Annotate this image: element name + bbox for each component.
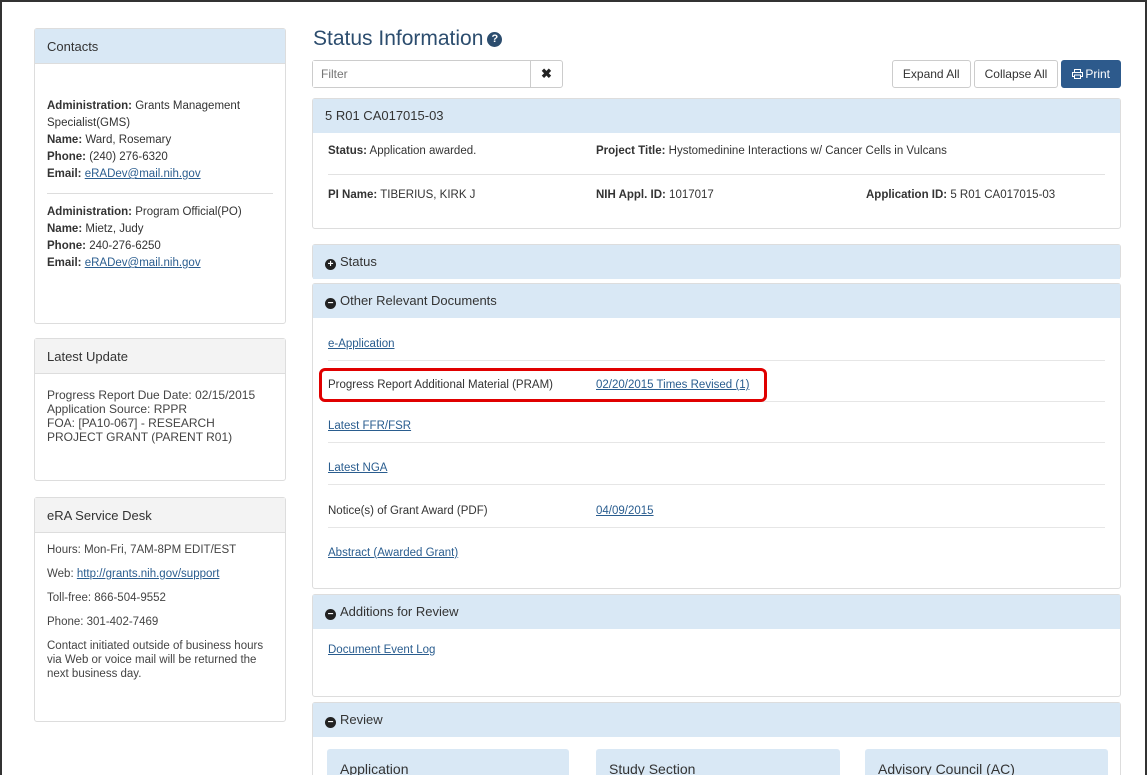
document-event-log-link[interactable]: Document Event Log — [328, 644, 435, 656]
latest-update-panel: Latest Update Progress Report Due Date: … — [34, 338, 286, 481]
list-item: Latest NGA — [328, 452, 1105, 485]
divider — [47, 193, 273, 194]
grant-award-date-link[interactable]: 04/09/2015 — [596, 505, 654, 517]
appl-id-label: NIH Appl. ID: — [596, 189, 666, 201]
pram-highlight-box — [319, 368, 767, 402]
name-value: Ward, Rosemary — [85, 134, 172, 146]
phone-label: Phone: — [47, 151, 86, 163]
pi-value: TIBERIUS, KIRK J — [380, 189, 476, 201]
contacts-panel: Contacts Administration: Grants Manageme… — [34, 28, 286, 324]
help-icon[interactable]: ? — [487, 31, 503, 47]
advisory-council-subpanel: Advisory Council (AC) — [865, 749, 1108, 775]
plus-circle-icon: + — [325, 259, 336, 270]
support-link[interactable]: http://grants.nih.gov/support — [77, 568, 220, 580]
grant-summary-panel: 5 R01 CA017015-03 Status: Application aw… — [312, 98, 1121, 229]
name-label: Name: — [47, 134, 83, 146]
toolbar: Expand All Collapse All Print — [891, 60, 1121, 88]
phone-value: (240) 276-6320 — [89, 151, 168, 163]
application-id-label: Application ID: — [866, 189, 948, 201]
name-label: Name: — [47, 223, 83, 235]
list-item: Latest FFR/FSR — [328, 410, 1105, 443]
review-title: Review — [340, 712, 383, 727]
after-hours-note: Contact initiated outside of business ho… — [47, 640, 264, 680]
tollfree-text: Toll-free: 866-504-9552 — [47, 592, 166, 604]
application-id-value: 5 R01 CA017015-03 — [950, 189, 1056, 201]
abstract-link[interactable]: Abstract (Awarded Grant) — [328, 547, 458, 559]
hours-text: Hours: Mon-Fri, 7AM-8PM EDIT/EST — [47, 544, 237, 556]
service-desk-panel: eRA Service Desk Hours: Mon-Fri, 7AM-8PM… — [34, 497, 286, 722]
email-label: Email: — [47, 168, 82, 180]
latest-update-heading: Latest Update — [35, 339, 285, 374]
contacts-heading: Contacts — [35, 29, 285, 64]
email-link[interactable]: eRADev@mail.nih.gov — [85, 168, 201, 180]
review-header[interactable]: − Review — [313, 703, 1120, 737]
minus-circle-icon: − — [325, 609, 336, 620]
other-documents-header[interactable]: − Other Relevant Documents — [313, 284, 1120, 318]
additions-section: − Additions for Review Document Event Log — [312, 594, 1121, 697]
status-section-header[interactable]: + Status — [313, 245, 1120, 279]
clear-filter-icon[interactable]: ✖ — [530, 61, 562, 87]
printer-icon — [1072, 69, 1084, 79]
project-title-label: Project Title: — [596, 145, 666, 157]
contact-po: Administration: Program Official(PO) Nam… — [47, 204, 273, 272]
page-title-text: Status Information — [313, 27, 484, 50]
admin-value: Program Official(PO) — [135, 206, 242, 218]
grant-number: 5 R01 CA017015-03 — [313, 99, 1120, 133]
filter-input[interactable] — [313, 61, 530, 87]
web-label: Web: — [47, 568, 74, 580]
minus-circle-icon: − — [325, 298, 336, 309]
list-item: Notice(s) of Grant Award (PDF) 04/09/201… — [328, 495, 1105, 528]
email-label: Email: — [47, 257, 82, 269]
status-label: Status: — [328, 145, 367, 157]
list-item: Abstract (Awarded Grant) — [328, 537, 1105, 570]
phone-value: 240-276-6250 — [89, 240, 161, 252]
other-documents-title: Other Relevant Documents — [340, 293, 497, 308]
page-title: Status Information? — [313, 27, 503, 51]
summary-row: Status: Application awarded. Project Tit… — [328, 145, 1105, 175]
email-link[interactable]: eRADev@mail.nih.gov — [85, 257, 201, 269]
additions-header[interactable]: − Additions for Review — [313, 595, 1120, 629]
review-section: − Review Application Study Section Adviso… — [312, 702, 1121, 775]
web-line: Web: http://grants.nih.gov/support — [47, 567, 273, 581]
latest-ffr-fsr-link[interactable]: Latest FFR/FSR — [328, 420, 411, 432]
appl-id-value: 1017017 — [669, 189, 714, 201]
service-desk-heading: eRA Service Desk — [35, 498, 285, 533]
status-value: Application awarded. — [369, 145, 477, 157]
foa-text: FOA: [PA10-067] - RESEARCH PROJECT GRANT… — [47, 416, 233, 444]
expand-all-button[interactable]: Expand All — [891, 60, 971, 88]
contact-gms: Administration: Grants Management Specia… — [47, 98, 273, 183]
other-documents-section: − Other Relevant Documents e-Application … — [312, 283, 1121, 589]
status-section: + Status — [312, 244, 1121, 279]
grant-award-label: Notice(s) of Grant Award (PDF) — [328, 505, 488, 517]
application-source-text: Application Source: RPPR — [47, 402, 188, 416]
latest-nga-link[interactable]: Latest NGA — [328, 462, 387, 474]
phone-text: Phone: 301-402-7469 — [47, 616, 159, 628]
print-button[interactable]: Print — [1061, 60, 1121, 88]
name-value: Mietz, Judy — [85, 223, 144, 235]
pi-label: PI Name: — [328, 189, 378, 201]
print-label: Print — [1085, 67, 1110, 81]
status-section-title: Status — [340, 254, 377, 269]
admin-label: Administration: — [47, 100, 132, 112]
list-item: e-Application — [328, 328, 1105, 361]
application-subpanel: Application — [327, 749, 569, 775]
filter-box: ✖ — [312, 60, 563, 88]
collapse-all-button[interactable]: Collapse All — [973, 60, 1059, 88]
project-title-value: Hystomedinine Interactions w/ Cancer Cel… — [668, 145, 947, 157]
study-section-subpanel: Study Section — [596, 749, 840, 775]
phone-label: Phone: — [47, 240, 86, 252]
due-date-text: Progress Report Due Date: 02/15/2015 — [47, 388, 256, 402]
admin-label: Administration: — [47, 206, 132, 218]
additions-title: Additions for Review — [340, 604, 459, 619]
e-application-link[interactable]: e-Application — [328, 338, 394, 350]
minus-circle-icon: − — [325, 717, 336, 728]
